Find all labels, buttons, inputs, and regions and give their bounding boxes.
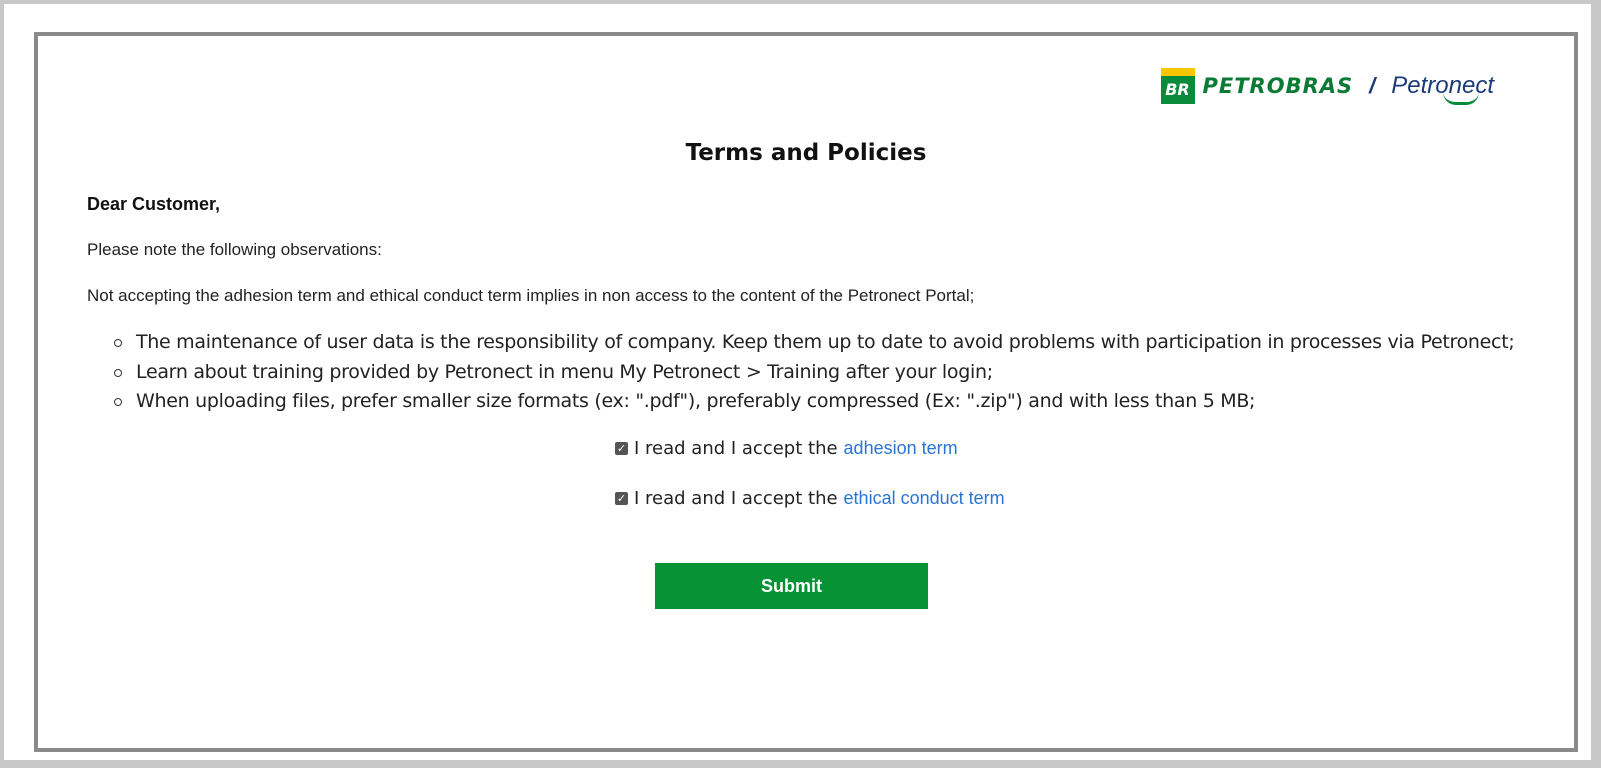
petrobras-petronect-logo: BR PETROBRAS / Petronect	[1160, 68, 1494, 105]
petronect-wordmark: Petronect	[1391, 72, 1494, 105]
greeting: Dear Customer,	[87, 194, 221, 214]
br-logo-icon: BR	[1160, 68, 1195, 104]
bullet-icon	[114, 339, 122, 347]
observations-list: The maintenance of user data is the resp…	[110, 328, 1515, 417]
adhesion-term-link[interactable]: adhesion term	[844, 438, 958, 459]
logo-separator: /	[1369, 73, 1376, 98]
intro-text: Please note the following observations:	[87, 240, 382, 259]
bullet-icon	[114, 368, 122, 377]
submit-button[interactable]: Submit	[655, 563, 928, 609]
terms-panel: BR PETROBRAS / Petronect Terms and Polic…	[34, 32, 1578, 752]
list-item: Learn about training provided by Petrone…	[110, 358, 1514, 388]
list-item: When uploading files, prefer smaller siz…	[110, 387, 1514, 417]
ethical-conduct-term-link[interactable]: ethical conduct term	[844, 488, 1005, 509]
list-item: The maintenance of user data is the resp…	[110, 328, 1515, 358]
accept-ethical-label: I read and I accept the	[634, 488, 838, 509]
warning-text: Not accepting the adhesion term and ethi…	[87, 286, 975, 305]
petronect-swoosh-icon	[1443, 92, 1480, 105]
page-title: Terms and Policies	[685, 140, 927, 166]
accept-adhesion-row: ✓ I read and I accept the adhesion term	[615, 438, 958, 459]
accept-ethical-row: ✓ I read and I accept the ethical conduc…	[615, 488, 1005, 509]
page-background: BR PETROBRAS / Petronect Terms and Polic…	[4, 4, 1591, 760]
bullet-icon	[114, 398, 122, 406]
ethical-term-checkbox[interactable]: ✓	[615, 492, 628, 505]
adhesion-term-checkbox[interactable]: ✓	[615, 442, 628, 455]
accept-adhesion-label: I read and I accept the	[634, 438, 838, 459]
petrobras-wordmark: PETROBRAS	[1202, 74, 1354, 98]
